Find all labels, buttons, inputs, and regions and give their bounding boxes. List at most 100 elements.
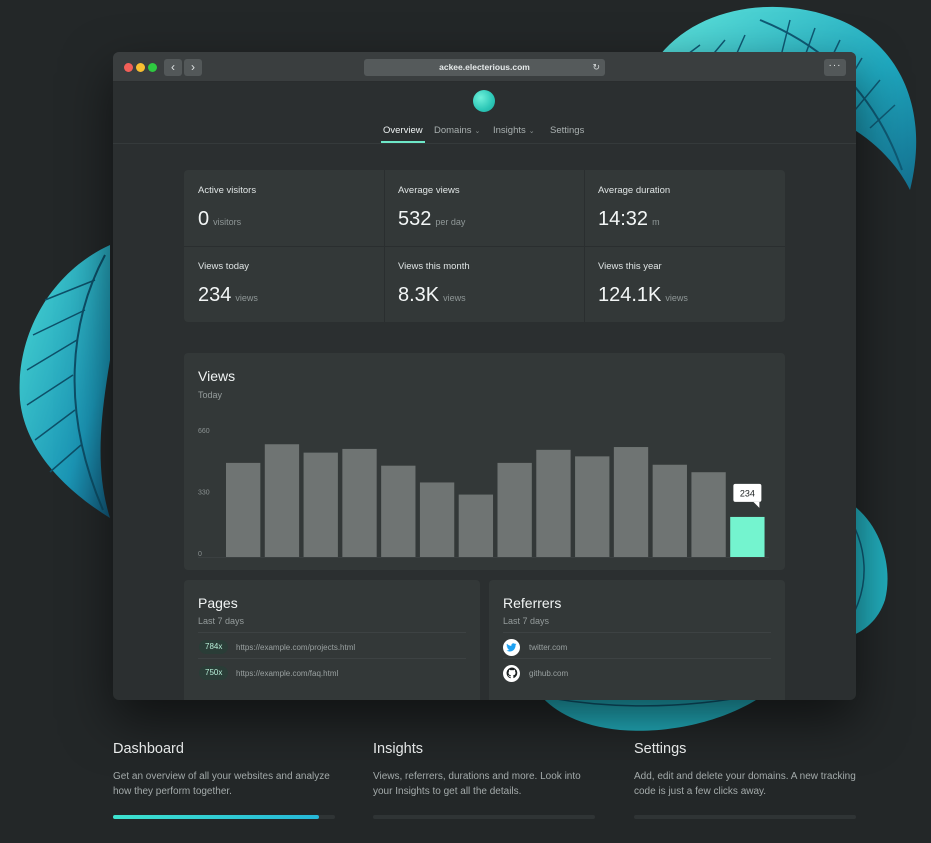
feature-title: Dashboard (113, 741, 184, 757)
stat-label: Views this year (598, 261, 662, 272)
chart-bar (419, 482, 455, 557)
chart-bar (264, 444, 300, 557)
chart-bar (691, 472, 726, 557)
stat-views-today: Views today 234 views (184, 246, 384, 322)
stat-unit: m (652, 217, 660, 227)
stat-value: 0 (198, 208, 210, 230)
card-title: Pages (198, 595, 238, 611)
nav-overview[interactable]: Overview (381, 125, 425, 145)
chart-bar (575, 456, 610, 557)
back-button[interactable]: ‹ (164, 59, 182, 76)
chevron-down-icon: ⌄ (474, 128, 481, 135)
address-bar[interactable]: ackee.electerious.com ↻ (364, 59, 605, 76)
count-badge: 784x (199, 640, 229, 654)
stat-value: 234 (198, 284, 232, 306)
chart-bar (652, 464, 687, 557)
referrer-name: twitter.com (529, 643, 568, 652)
stat-label: Average duration (598, 185, 671, 196)
nav-insights-label: Insights (493, 125, 526, 136)
stat-unit: per day (435, 217, 466, 227)
stat-average-views: Average views 532 per day (384, 170, 584, 246)
chart-bar (381, 465, 416, 557)
feature-progress-track (373, 815, 595, 819)
chart-bar (497, 462, 532, 557)
card-subtitle: Last 7 days (198, 616, 245, 626)
feature-title: Settings (634, 741, 687, 757)
reload-icon[interactable]: ↻ (592, 59, 600, 76)
url-text: ackee.electerious.com (439, 62, 530, 72)
feature-title: Insights (373, 741, 423, 757)
github-icon (503, 665, 520, 682)
more-options-button[interactable]: ··· (824, 59, 846, 76)
views-card: Views Today 660 330 0 234 (184, 353, 785, 570)
chart-bar (730, 516, 765, 557)
chevron-down-icon: ⌄ (528, 128, 535, 135)
feature-progress-track (113, 815, 335, 819)
minimize-window-button[interactable] (136, 63, 145, 72)
card-subtitle: Last 7 days (503, 616, 550, 626)
stat-value: 124.1K (598, 284, 662, 306)
browser-window: ‹ › ackee.electerious.com ↻ ··· Overview… (113, 52, 856, 700)
nav-settings-label: Settings (550, 125, 585, 136)
chart-bar (303, 452, 338, 557)
nav-domains-label: Domains (434, 125, 472, 136)
feature-settings[interactable]: Settings Add, edit and delete your domai… (634, 741, 856, 819)
close-window-button[interactable] (124, 63, 133, 72)
page-url: https://example.com/projects.html (236, 643, 356, 652)
chart-bar (226, 462, 261, 557)
stat-views-this-month: Views this month 8.3K views (384, 246, 584, 322)
stat-active-visitors: Active visitors 0 visitors (184, 170, 384, 246)
browser-titlebar: ‹ › ackee.electerious.com ↻ ··· (113, 52, 856, 82)
referrer-name: github.com (529, 669, 569, 678)
nav-domains[interactable]: Domains ⌄ (434, 125, 480, 145)
y-tick-label: 660 (198, 428, 210, 435)
stat-value: 532 (398, 208, 432, 230)
list-item[interactable]: github.com (503, 658, 771, 683)
stat-views-this-year: Views this year 124.1K views (584, 246, 784, 322)
y-tick-label: 0 (198, 551, 202, 558)
feature-description: Get an overview of all your websites and… (113, 771, 330, 797)
leaf-decoration-icon (19, 245, 110, 518)
chart-tooltip-pointer (753, 501, 760, 508)
page-url: https://example.com/faq.html (236, 669, 339, 678)
stat-unit: visitors (213, 217, 242, 227)
nav-overview-label: Overview (383, 125, 423, 136)
stat-unit: views (235, 293, 258, 303)
stat-label: Views this month (398, 261, 470, 272)
list-item[interactable]: twitter.com (503, 632, 771, 657)
stat-label: Active visitors (198, 185, 257, 196)
twitter-icon (503, 639, 520, 656)
stat-average-duration: Average duration 14:32 m (584, 170, 784, 246)
card-title: Referrers (503, 595, 562, 611)
nav-settings[interactable]: Settings (550, 125, 584, 145)
stat-label: Average views (398, 185, 460, 196)
referrers-card: Referrers Last 7 days twitter.com github… (489, 580, 785, 700)
feature-dashboard[interactable]: Dashboard Get an overview of all your we… (113, 741, 335, 819)
stat-label: Views today (198, 261, 250, 272)
feature-description: Add, edit and delete your domains. A new… (634, 771, 856, 797)
stat-value: 14:32 (598, 208, 649, 230)
feature-description: Views, referrers, durations and more. Lo… (373, 771, 581, 797)
y-tick-label: 330 (198, 490, 210, 497)
feature-insights[interactable]: Insights Views, referrers, durations and… (373, 741, 595, 819)
list-item[interactable]: 750x https://example.com/faq.html (198, 658, 466, 683)
chart-bar (536, 449, 571, 557)
count-badge: 750x (199, 666, 229, 680)
chart-bar (458, 494, 494, 557)
app-header: Overview Domains ⌄ Insights ⌄ Settings (113, 82, 856, 144)
stat-unit: views (665, 293, 688, 303)
maximize-window-button[interactable] (148, 63, 157, 72)
forward-button[interactable]: › (184, 59, 202, 76)
chart-bar (342, 448, 377, 557)
chart-tooltip-label: 234 (740, 488, 755, 498)
nav-insights[interactable]: Insights ⌄ (493, 125, 535, 145)
stats-panel: Active visitors 0 visitors Average views … (184, 170, 785, 322)
stat-unit: views (443, 293, 466, 303)
feature-progress-track (634, 815, 856, 819)
main-navigation: Overview Domains ⌄ Insights ⌄ Settings (113, 125, 856, 145)
chart-bar (613, 447, 649, 557)
pages-card: Pages Last 7 days 784x https://example.c… (184, 580, 480, 700)
ackee-logo[interactable] (473, 90, 495, 112)
list-item[interactable]: 784x https://example.com/projects.html (198, 632, 466, 657)
feature-progress-fill (113, 815, 320, 819)
